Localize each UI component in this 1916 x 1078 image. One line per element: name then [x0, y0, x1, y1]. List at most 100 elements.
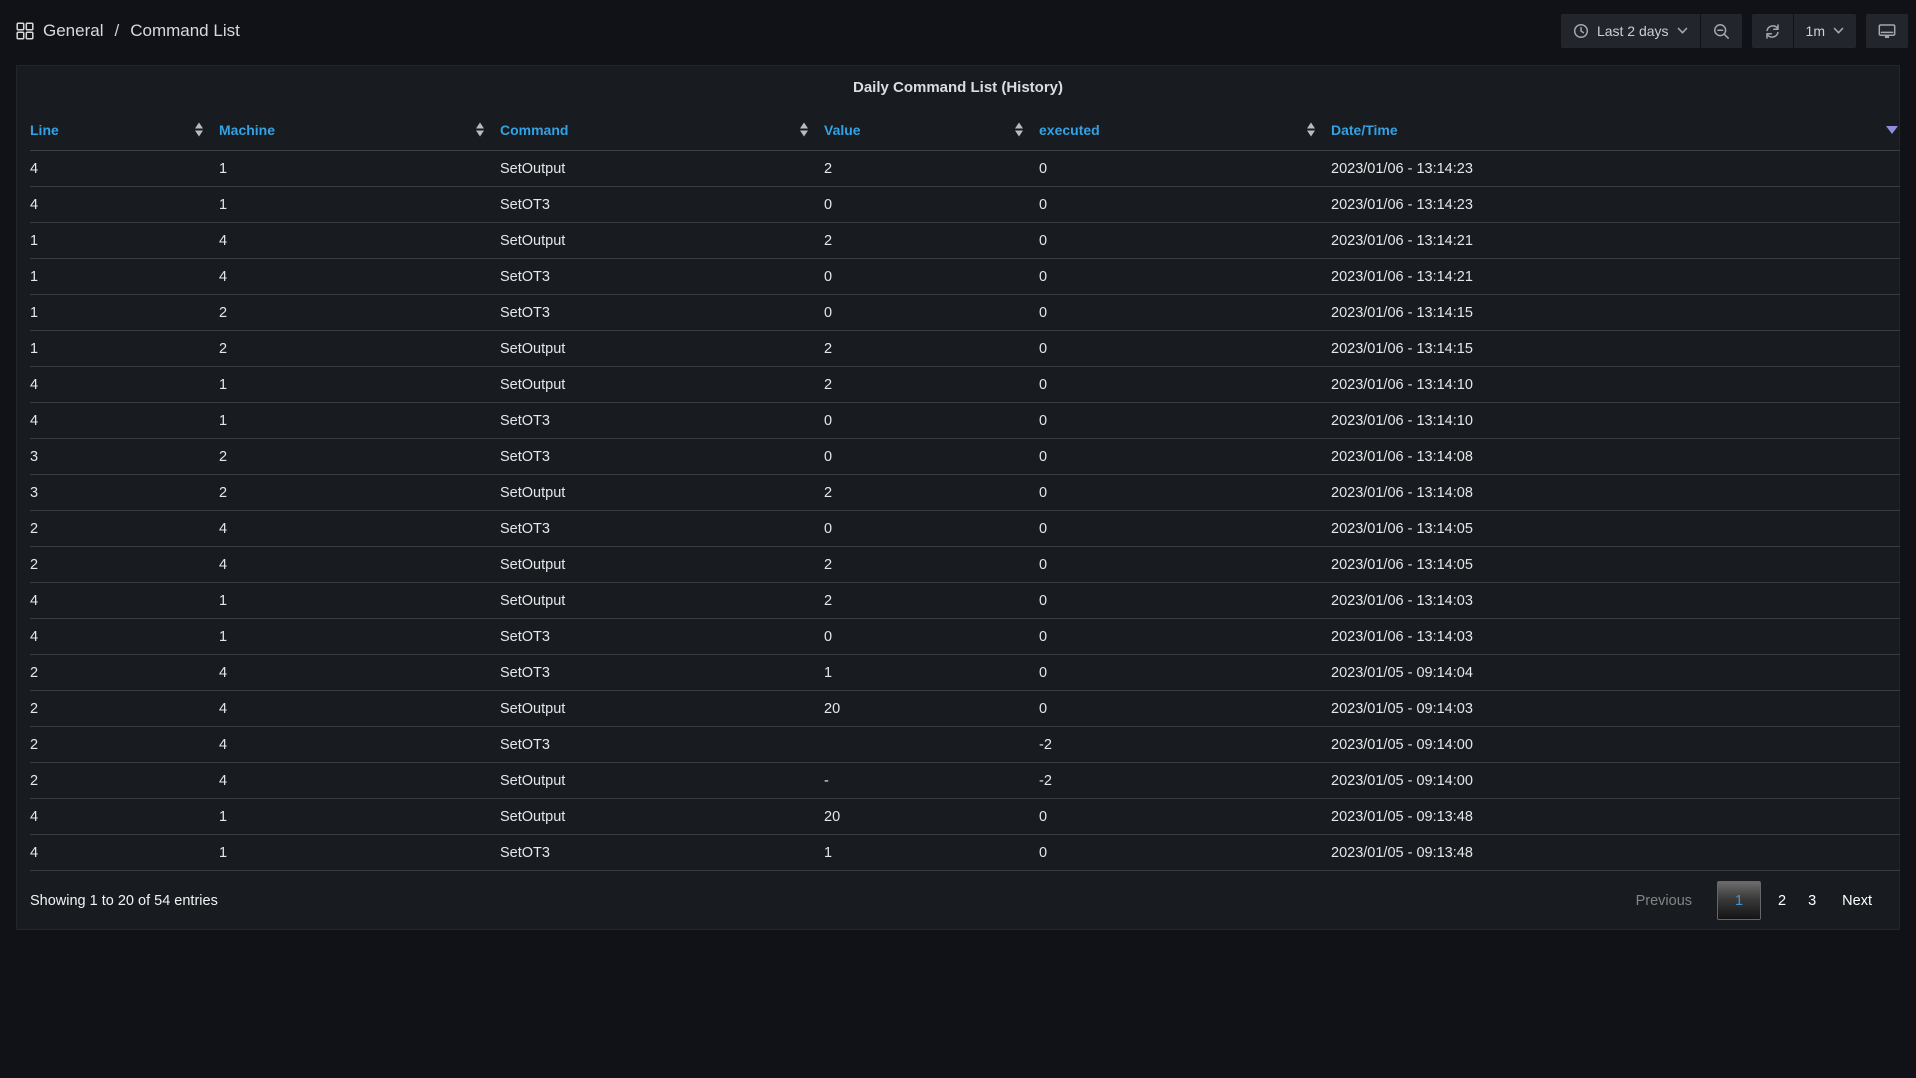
table-row: 3 2 SetOutput 2 0 2023/01/06 - 13:14:08 — [30, 475, 1900, 511]
zoom-out-time-button[interactable] — [1701, 14, 1742, 48]
cell-datetime: 2023/01/06 - 13:14:15 — [1331, 331, 1900, 367]
column-header-datetime[interactable]: Date/Time — [1331, 110, 1900, 151]
sort-icon[interactable] — [195, 122, 203, 136]
cycle-view-mode-button[interactable] — [1866, 14, 1908, 48]
cell-datetime: 2023/01/06 - 13:14:23 — [1331, 151, 1900, 187]
cell-command: SetOT3 — [500, 403, 824, 439]
breadcrumb-separator: / — [114, 21, 119, 41]
cell-value: 1 — [824, 655, 1039, 691]
pagination: Previous 1 2 3 Next — [1625, 881, 1883, 920]
breadcrumb-page: Command List — [130, 21, 240, 41]
table-row: 1 2 SetOutput 2 0 2023/01/06 - 13:14:15 — [30, 331, 1900, 367]
cell-command: SetOT3 — [500, 295, 824, 331]
cell-machine: 1 — [219, 187, 500, 223]
time-range-picker-button[interactable]: Last 2 days — [1561, 14, 1700, 48]
cell-machine: 2 — [219, 475, 500, 511]
refresh-interval-picker[interactable]: 1m — [1794, 14, 1856, 48]
table-row: 4 1 SetOutput 2 0 2023/01/06 - 13:14:03 — [30, 583, 1900, 619]
cell-machine: 2 — [219, 439, 500, 475]
column-header-line[interactable]: Line — [30, 110, 219, 151]
cell-command: SetOT3 — [500, 187, 824, 223]
cell-line: 4 — [30, 403, 219, 439]
cell-datetime: 2023/01/05 - 09:14:00 — [1331, 727, 1900, 763]
sort-icon[interactable] — [1015, 122, 1023, 136]
breadcrumb-section[interactable]: General — [43, 21, 103, 41]
cell-line: 1 — [30, 223, 219, 259]
cell-line: 4 — [30, 835, 219, 871]
cell-executed: 0 — [1039, 511, 1331, 547]
table-row: 4 1 SetOT3 0 0 2023/01/06 - 13:14:03 — [30, 619, 1900, 655]
column-header-machine[interactable]: Machine — [219, 110, 500, 151]
cell-datetime: 2023/01/06 - 13:14:10 — [1331, 367, 1900, 403]
cell-executed: 0 — [1039, 295, 1331, 331]
cell-datetime: 2023/01/06 - 13:14:15 — [1331, 295, 1900, 331]
cell-line: 1 — [30, 259, 219, 295]
cell-command: SetOutput — [500, 475, 824, 511]
cell-datetime: 2023/01/06 - 13:14:21 — [1331, 259, 1900, 295]
cell-executed: 0 — [1039, 835, 1331, 871]
cell-line: 3 — [30, 475, 219, 511]
page-button-3[interactable]: 3 — [1797, 893, 1827, 909]
cell-executed: 0 — [1039, 403, 1331, 439]
cell-command: SetOutput — [500, 151, 824, 187]
cell-executed: 0 — [1039, 223, 1331, 259]
cell-line: 1 — [30, 295, 219, 331]
cell-machine: 1 — [219, 403, 500, 439]
cell-value: 2 — [824, 331, 1039, 367]
table-row: 1 2 SetOT3 0 0 2023/01/06 - 13:14:15 — [30, 295, 1900, 331]
cell-command: SetOT3 — [500, 439, 824, 475]
cell-line: 2 — [30, 547, 219, 583]
cell-value: 0 — [824, 403, 1039, 439]
cell-value: 0 — [824, 511, 1039, 547]
cell-command: SetOT3 — [500, 835, 824, 871]
cell-value: 0 — [824, 187, 1039, 223]
cell-datetime: 2023/01/05 - 09:13:48 — [1331, 799, 1900, 835]
refresh-button[interactable] — [1752, 14, 1793, 48]
cell-command: SetOutput — [500, 763, 824, 799]
cell-datetime: 2023/01/06 - 13:14:23 — [1331, 187, 1900, 223]
cell-executed: 0 — [1039, 619, 1331, 655]
page-button-2[interactable]: 2 — [1767, 893, 1797, 909]
refresh-icon — [1764, 23, 1781, 40]
cell-executed: 0 — [1039, 799, 1331, 835]
cell-line: 4 — [30, 799, 219, 835]
column-header-command[interactable]: Command — [500, 110, 824, 151]
page-button-1-active[interactable]: 1 — [1717, 881, 1761, 920]
previous-page-button[interactable]: Previous — [1625, 893, 1703, 909]
cell-machine: 4 — [219, 727, 500, 763]
column-header-executed[interactable]: executed — [1039, 110, 1331, 151]
cell-machine: 1 — [219, 151, 500, 187]
refresh-controls-group: 1m — [1752, 14, 1856, 48]
cell-executed: 0 — [1039, 259, 1331, 295]
cell-value: 2 — [824, 475, 1039, 511]
cell-machine: 1 — [219, 835, 500, 871]
cell-machine: 1 — [219, 367, 500, 403]
next-page-button[interactable]: Next — [1831, 893, 1883, 909]
cell-value: 0 — [824, 295, 1039, 331]
cell-line: 2 — [30, 727, 219, 763]
cell-command: SetOutput — [500, 367, 824, 403]
cell-command: SetOutput — [500, 691, 824, 727]
command-list-panel: Daily Command List (History) Line Machin… — [16, 65, 1900, 930]
command-table: Line Machine Command Value executed — [30, 110, 1900, 871]
cell-line: 4 — [30, 583, 219, 619]
cell-machine: 4 — [219, 223, 500, 259]
cell-executed: 0 — [1039, 439, 1331, 475]
sort-icon[interactable] — [1307, 122, 1315, 136]
table-row: 2 4 SetOT3 1 0 2023/01/05 - 09:14:04 — [30, 655, 1900, 691]
column-header-value[interactable]: Value — [824, 110, 1039, 151]
sort-desc-icon[interactable] — [1886, 126, 1898, 134]
cell-value: 1 — [824, 835, 1039, 871]
cell-command: SetOutput — [500, 799, 824, 835]
cell-command: SetOutput — [500, 547, 824, 583]
dashboard-grid-icon[interactable] — [16, 22, 34, 40]
table-row: 3 2 SetOT3 0 0 2023/01/06 - 13:14:08 — [30, 439, 1900, 475]
panel-title: Daily Command List (History) — [17, 66, 1899, 110]
table-row: 4 1 SetOT3 0 0 2023/01/06 - 13:14:10 — [30, 403, 1900, 439]
cell-executed: -2 — [1039, 763, 1331, 799]
sort-icon[interactable] — [476, 122, 484, 136]
cell-value: 2 — [824, 223, 1039, 259]
sort-icon[interactable] — [800, 122, 808, 136]
cell-machine: 4 — [219, 691, 500, 727]
cell-command: SetOutput — [500, 223, 824, 259]
